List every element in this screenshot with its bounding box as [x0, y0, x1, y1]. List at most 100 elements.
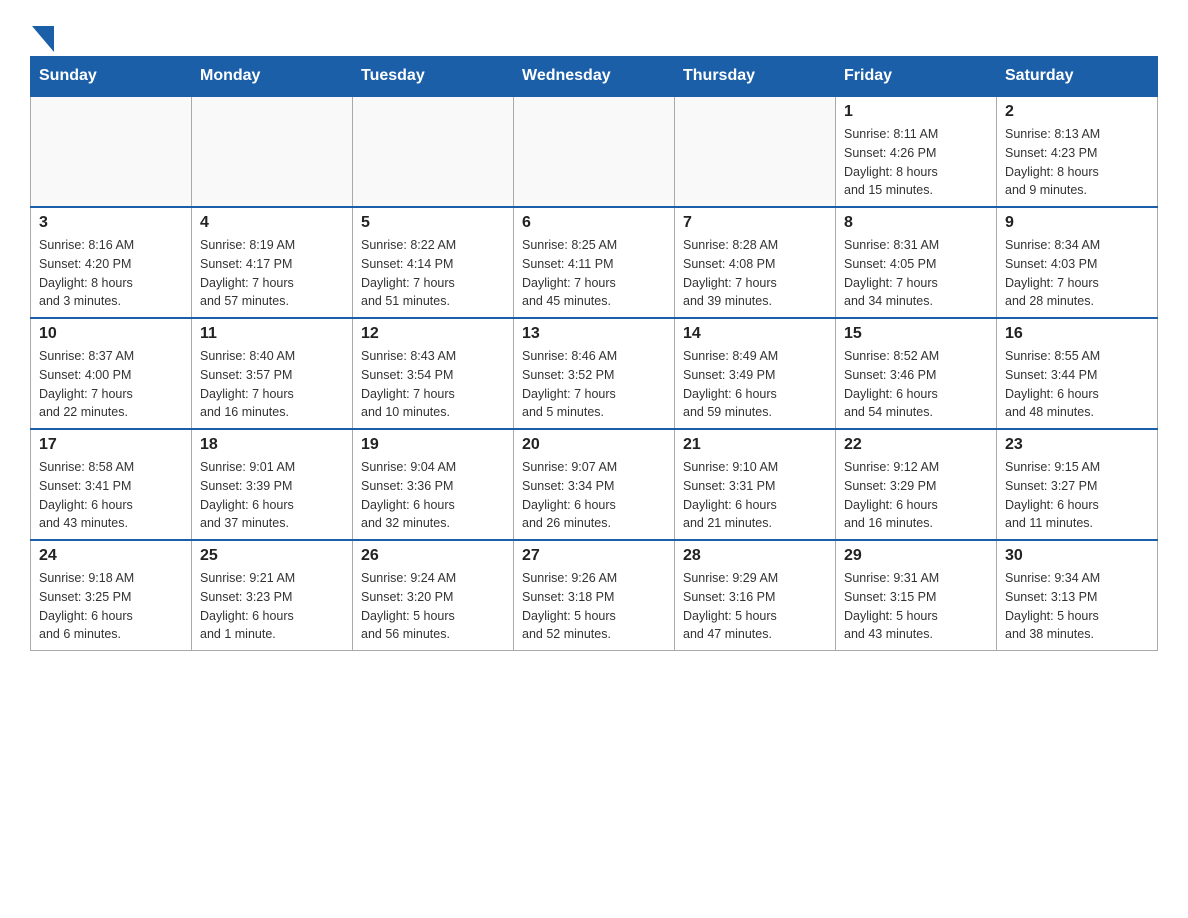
calendar-week-row: 24 Sunrise: 9:18 AM Sunset: 3:25 PM Dayli…: [31, 540, 1158, 651]
day-info: Sunrise: 8:40 AM Sunset: 3:57 PM Dayligh…: [200, 347, 344, 422]
calendar-table: SundayMondayTuesdayWednesdayThursdayFrid…: [30, 56, 1158, 651]
day-number: 24: [39, 547, 183, 565]
day-info: Sunrise: 8:49 AM Sunset: 3:49 PM Dayligh…: [683, 347, 827, 422]
day-info: Sunrise: 8:13 AM Sunset: 4:23 PM Dayligh…: [1005, 125, 1149, 200]
calendar-cell: [514, 96, 675, 207]
day-info: Sunrise: 8:46 AM Sunset: 3:52 PM Dayligh…: [522, 347, 666, 422]
day-info: Sunrise: 8:16 AM Sunset: 4:20 PM Dayligh…: [39, 236, 183, 311]
day-info: Sunrise: 9:01 AM Sunset: 3:39 PM Dayligh…: [200, 458, 344, 533]
day-number: 18: [200, 436, 344, 454]
day-info: Sunrise: 8:28 AM Sunset: 4:08 PM Dayligh…: [683, 236, 827, 311]
day-number: 29: [844, 547, 988, 565]
day-number: 9: [1005, 214, 1149, 232]
day-number: 2: [1005, 103, 1149, 121]
day-number: 17: [39, 436, 183, 454]
calendar-cell: [192, 96, 353, 207]
day-number: 13: [522, 325, 666, 343]
day-info: Sunrise: 8:52 AM Sunset: 3:46 PM Dayligh…: [844, 347, 988, 422]
calendar-cell: 23Sunrise: 9:15 AM Sunset: 3:27 PM Dayli…: [997, 429, 1158, 540]
calendar-cell: 21 Sunrise: 9:10 AM Sunset: 3:31 PM Dayli…: [675, 429, 836, 540]
weekday-header-tuesday: Tuesday: [353, 57, 514, 97]
weekday-header-wednesday: Wednesday: [514, 57, 675, 97]
day-info: Sunrise: 9:15 AM Sunset: 3:27 PM Dayligh…: [1005, 458, 1149, 533]
calendar-cell: [31, 96, 192, 207]
calendar-cell: 14 Sunrise: 8:49 AM Sunset: 3:49 PM Dayli…: [675, 318, 836, 429]
day-number: 10: [39, 325, 183, 343]
day-info: Sunrise: 8:58 AM Sunset: 3:41 PM Dayligh…: [39, 458, 183, 533]
calendar-cell: 2 Sunrise: 8:13 AM Sunset: 4:23 PM Daylig…: [997, 96, 1158, 207]
calendar-cell: 8Sunrise: 8:31 AM Sunset: 4:05 PM Daylig…: [836, 207, 997, 318]
calendar-cell: 24 Sunrise: 9:18 AM Sunset: 3:25 PM Dayli…: [31, 540, 192, 651]
day-number: 22: [844, 436, 988, 454]
day-number: 12: [361, 325, 505, 343]
calendar-week-row: 3 Sunrise: 8:16 AM Sunset: 4:20 PM Daylig…: [31, 207, 1158, 318]
calendar-cell: 12 Sunrise: 8:43 AM Sunset: 3:54 PM Dayli…: [353, 318, 514, 429]
day-number: 11: [200, 325, 344, 343]
calendar-cell: 6Sunrise: 8:25 AM Sunset: 4:11 PM Daylig…: [514, 207, 675, 318]
calendar-cell: 3 Sunrise: 8:16 AM Sunset: 4:20 PM Daylig…: [31, 207, 192, 318]
day-number: 28: [683, 547, 827, 565]
day-info: Sunrise: 9:07 AM Sunset: 3:34 PM Dayligh…: [522, 458, 666, 533]
calendar-cell: 16Sunrise: 8:55 AM Sunset: 3:44 PM Dayli…: [997, 318, 1158, 429]
logo-triangle-icon: [32, 26, 54, 52]
day-number: 7: [683, 214, 827, 232]
day-number: 3: [39, 214, 183, 232]
calendar-cell: 1 Sunrise: 8:11 AM Sunset: 4:26 PM Daylig…: [836, 96, 997, 207]
day-number: 1: [844, 103, 988, 121]
calendar-cell: [353, 96, 514, 207]
calendar-cell: 20 Sunrise: 9:07 AM Sunset: 3:34 PM Dayli…: [514, 429, 675, 540]
weekday-header-monday: Monday: [192, 57, 353, 97]
day-info: Sunrise: 9:24 AM Sunset: 3:20 PM Dayligh…: [361, 569, 505, 644]
day-number: 4: [200, 214, 344, 232]
day-info: Sunrise: 9:21 AM Sunset: 3:23 PM Dayligh…: [200, 569, 344, 644]
day-info: Sunrise: 9:18 AM Sunset: 3:25 PM Dayligh…: [39, 569, 183, 644]
calendar-cell: 13 Sunrise: 8:46 AM Sunset: 3:52 PM Dayli…: [514, 318, 675, 429]
day-info: Sunrise: 9:10 AM Sunset: 3:31 PM Dayligh…: [683, 458, 827, 533]
day-number: 15: [844, 325, 988, 343]
calendar-cell: 11 Sunrise: 8:40 AM Sunset: 3:57 PM Dayli…: [192, 318, 353, 429]
day-number: 19: [361, 436, 505, 454]
day-number: 26: [361, 547, 505, 565]
day-number: 14: [683, 325, 827, 343]
weekday-header-friday: Friday: [836, 57, 997, 97]
calendar-cell: 18 Sunrise: 9:01 AM Sunset: 3:39 PM Dayli…: [192, 429, 353, 540]
calendar-week-row: 10 Sunrise: 8:37 AM Sunset: 4:00 PM Dayli…: [31, 318, 1158, 429]
calendar-cell: 27 Sunrise: 9:26 AM Sunset: 3:18 PM Dayli…: [514, 540, 675, 651]
calendar-cell: 29 Sunrise: 9:31 AM Sunset: 3:15 PM Dayli…: [836, 540, 997, 651]
calendar-cell: [675, 96, 836, 207]
day-info: Sunrise: 8:11 AM Sunset: 4:26 PM Dayligh…: [844, 125, 988, 200]
day-info: Sunrise: 8:19 AM Sunset: 4:17 PM Dayligh…: [200, 236, 344, 311]
day-info: Sunrise: 9:31 AM Sunset: 3:15 PM Dayligh…: [844, 569, 988, 644]
day-info: Sunrise: 8:25 AM Sunset: 4:11 PM Dayligh…: [522, 236, 666, 311]
day-number: 27: [522, 547, 666, 565]
calendar-cell: 15 Sunrise: 8:52 AM Sunset: 3:46 PM Dayli…: [836, 318, 997, 429]
day-number: 20: [522, 436, 666, 454]
calendar-cell: 5 Sunrise: 8:22 AM Sunset: 4:14 PM Daylig…: [353, 207, 514, 318]
calendar-cell: 9 Sunrise: 8:34 AM Sunset: 4:03 PM Daylig…: [997, 207, 1158, 318]
weekday-header-thursday: Thursday: [675, 57, 836, 97]
calendar-cell: 7 Sunrise: 8:28 AM Sunset: 4:08 PM Daylig…: [675, 207, 836, 318]
calendar-cell: 25 Sunrise: 9:21 AM Sunset: 3:23 PM Dayli…: [192, 540, 353, 651]
day-number: 21: [683, 436, 827, 454]
calendar-cell: 28 Sunrise: 9:29 AM Sunset: 3:16 PM Dayli…: [675, 540, 836, 651]
calendar-cell: 26 Sunrise: 9:24 AM Sunset: 3:20 PM Dayli…: [353, 540, 514, 651]
day-number: 5: [361, 214, 505, 232]
calendar-cell: 30Sunrise: 9:34 AM Sunset: 3:13 PM Dayli…: [997, 540, 1158, 651]
calendar-cell: 19 Sunrise: 9:04 AM Sunset: 3:36 PM Dayli…: [353, 429, 514, 540]
day-info: Sunrise: 9:26 AM Sunset: 3:18 PM Dayligh…: [522, 569, 666, 644]
day-info: Sunrise: 9:29 AM Sunset: 3:16 PM Dayligh…: [683, 569, 827, 644]
day-info: Sunrise: 8:22 AM Sunset: 4:14 PM Dayligh…: [361, 236, 505, 311]
day-info: Sunrise: 9:34 AM Sunset: 3:13 PM Dayligh…: [1005, 569, 1149, 644]
day-info: Sunrise: 8:31 AM Sunset: 4:05 PM Dayligh…: [844, 236, 988, 311]
calendar-cell: 4 Sunrise: 8:19 AM Sunset: 4:17 PM Daylig…: [192, 207, 353, 318]
weekday-header-saturday: Saturday: [997, 57, 1158, 97]
day-info: Sunrise: 8:37 AM Sunset: 4:00 PM Dayligh…: [39, 347, 183, 422]
day-info: Sunrise: 8:34 AM Sunset: 4:03 PM Dayligh…: [1005, 236, 1149, 311]
day-info: Sunrise: 9:04 AM Sunset: 3:36 PM Dayligh…: [361, 458, 505, 533]
calendar-week-row: 17 Sunrise: 8:58 AM Sunset: 3:41 PM Dayli…: [31, 429, 1158, 540]
day-info: Sunrise: 8:55 AM Sunset: 3:44 PM Dayligh…: [1005, 347, 1149, 422]
calendar-header-row: SundayMondayTuesdayWednesdayThursdayFrid…: [31, 57, 1158, 97]
day-number: 25: [200, 547, 344, 565]
calendar-cell: 22Sunrise: 9:12 AM Sunset: 3:29 PM Dayli…: [836, 429, 997, 540]
day-info: Sunrise: 8:43 AM Sunset: 3:54 PM Dayligh…: [361, 347, 505, 422]
